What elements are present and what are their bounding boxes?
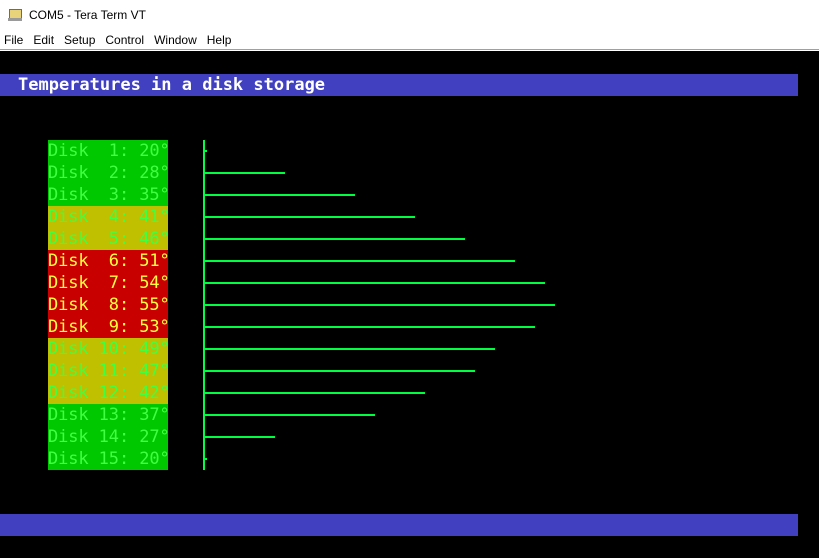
tera-term-icon[interactable] xyxy=(8,9,22,21)
disk-label-15: Disk 15: 20° xyxy=(48,448,170,470)
menu-setup[interactable]: Setup xyxy=(60,33,101,47)
temp-bar-7 xyxy=(205,282,545,284)
window-title: COM5 - Tera Term VT xyxy=(29,8,146,22)
temp-bar-8 xyxy=(205,304,555,306)
terminal-header: Temperatures in a disk storage xyxy=(0,74,798,96)
terminal-footer-bar xyxy=(0,514,798,536)
temp-bar-3 xyxy=(205,194,355,196)
temp-bar-10 xyxy=(205,348,495,350)
disk-label-7: Disk 7: 54° xyxy=(48,272,170,294)
temp-bar-1 xyxy=(205,150,207,152)
temp-bar-12 xyxy=(205,392,425,394)
temp-bar-9 xyxy=(205,326,535,328)
temp-bar-2 xyxy=(205,172,285,174)
temp-bar-4 xyxy=(205,216,415,218)
disk-label-10: Disk 10: 49° xyxy=(48,338,170,360)
temp-bar-6 xyxy=(205,260,515,262)
disk-label-8: Disk 8: 55° xyxy=(48,294,170,316)
title-bar[interactable]: COM5 - Tera Term VT xyxy=(0,0,819,30)
disk-label-14: Disk 14: 27° xyxy=(48,426,170,448)
menu-file[interactable]: File xyxy=(0,33,29,47)
menu-edit[interactable]: Edit xyxy=(29,33,60,47)
disk-label-5: Disk 5: 46° xyxy=(48,228,170,250)
disk-label-3: Disk 3: 35° xyxy=(48,184,170,206)
temp-bar-11 xyxy=(205,370,475,372)
disk-label-4: Disk 4: 41° xyxy=(48,206,170,228)
menu-bar: File Edit Setup Control Window Help xyxy=(0,30,819,50)
menu-control[interactable]: Control xyxy=(101,33,150,47)
disk-label-6: Disk 6: 51° xyxy=(48,250,170,272)
disk-label-11: Disk 11: 47° xyxy=(48,360,170,382)
disk-label-9: Disk 9: 53° xyxy=(48,316,170,338)
temp-bar-13 xyxy=(205,414,375,416)
terminal-screen[interactable]: Temperatures in a disk storage Disk 1: 2… xyxy=(0,51,819,558)
temp-bar-5 xyxy=(205,238,465,240)
disk-label-1: Disk 1: 20° xyxy=(48,140,170,162)
temp-bar-14 xyxy=(205,436,275,438)
menu-window[interactable]: Window xyxy=(150,33,203,47)
menu-help[interactable]: Help xyxy=(203,33,238,47)
disk-label-13: Disk 13: 37° xyxy=(48,404,170,426)
disk-label-2: Disk 2: 28° xyxy=(48,162,170,184)
temp-bar-15 xyxy=(205,458,207,460)
disk-label-12: Disk 12: 42° xyxy=(48,382,170,404)
